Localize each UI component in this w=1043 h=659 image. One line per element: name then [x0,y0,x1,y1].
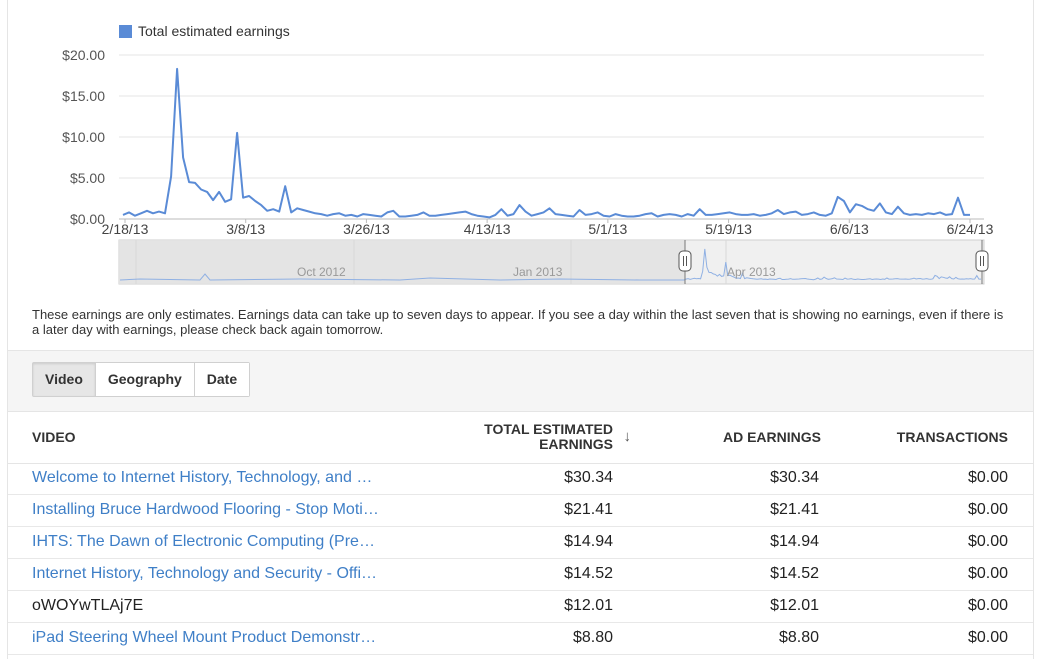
transactions-cell: $0.00 [967,597,1008,614]
navigator-label: Jan 2013 [513,265,563,279]
column-header-ad-earnings[interactable]: AD EARNINGS [723,429,821,445]
y-tick-label: $5.00 [70,170,105,186]
tab-geography[interactable]: Geography [95,363,195,396]
navigator-label: Oct 2012 [297,265,346,279]
tab-date[interactable]: Date [194,363,250,396]
x-tick-label: 4/13/13 [464,221,511,237]
transactions-cell: $0.00 [967,469,1008,486]
y-tick-label: $10.00 [62,129,105,145]
ad-earnings-cell: $30.34 [770,469,819,486]
x-tick-label: 5/1/13 [588,221,627,237]
video-title-link[interactable]: iPad Steering Wheel Mount Product Demons… [32,629,376,647]
column-header-transactions[interactable]: TRANSACTIONS [897,429,1008,445]
y-tick-label: $15.00 [62,88,105,104]
column-header-video[interactable]: VIDEO [32,429,76,445]
y-tick-label: $20.00 [62,47,105,63]
column-header-total-line1: TOTAL ESTIMATED [484,421,613,437]
video-title-link[interactable]: Welcome to Internet History, Technology,… [32,469,372,487]
earnings-table: Welcome to Internet History, Technology,… [8,463,1033,655]
table-row: Welcome to Internet History, Technology,… [8,463,1033,495]
x-tick-label: 3/26/13 [343,221,390,237]
y-tick-label: $0.00 [70,211,105,227]
earnings-chart: $20.00 $15.00 $10.00 $5.00 $0.00 2/18/13 3/8/… [62,47,994,285]
table-row: Internet History, Technology and Securit… [8,559,1033,591]
table-row: IHTS: The Dawn of Electronic Computing (… [8,527,1033,559]
navigator-label: Apr 2013 [727,265,776,279]
total-earnings-cell: $21.41 [564,501,613,518]
total-earnings-cell: $30.34 [564,469,613,486]
transactions-cell: $0.00 [967,629,1008,646]
x-tick-label: 6/24/13 [947,221,994,237]
total-earnings-cell: $12.01 [564,597,613,614]
dimension-tabs: Video Geography Date [32,362,251,397]
total-earnings-cell: $14.94 [564,533,613,550]
x-tick-label: 2/18/13 [102,221,149,237]
table-header: VIDEO TOTAL ESTIMATED EARNINGS ↓ AD EARN… [8,411,1033,464]
transactions-cell: $0.00 [967,533,1008,550]
video-title: oWOYwTLAj7E [32,597,144,614]
earnings-disclaimer: These earnings are only estimates. Earni… [32,307,1004,337]
ad-earnings-cell: $14.52 [770,565,819,582]
range-handle-left[interactable] [678,250,692,272]
video-title-link[interactable]: Internet History, Technology and Securit… [32,565,377,583]
table-row: oWOYwTLAj7E $12.01 $12.01 $0.00 [8,591,1033,623]
total-earnings-cell: $8.80 [572,629,613,646]
video-title-link[interactable]: Installing Bruce Hardwood Flooring - Sto… [32,501,379,519]
ad-earnings-cell: $14.94 [770,533,819,550]
range-navigator[interactable]: Oct 2012 Jan 2013 Apr 2013 [118,239,989,285]
video-title-link[interactable]: IHTS: The Dawn of Electronic Computing (… [32,533,375,551]
column-header-total-earnings[interactable]: TOTAL ESTIMATED EARNINGS ↓ [484,421,631,452]
transactions-cell: $0.00 [967,501,1008,518]
table-row: iPad Steering Wheel Mount Product Demons… [8,623,1033,655]
earnings-line [122,67,970,219]
arrow-down-icon: ↓ [623,428,632,445]
x-tick-label: 5/19/13 [705,221,752,237]
transactions-cell: $0.00 [967,565,1008,582]
column-header-total-line2: EARNINGS [539,436,613,452]
x-tick-label: 3/8/13 [226,221,265,237]
x-tick-label: 6/6/13 [830,221,869,237]
ad-earnings-cell: $8.80 [778,629,819,646]
tab-video[interactable]: Video [33,363,96,396]
table-row: Installing Bruce Hardwood Flooring - Sto… [8,495,1033,527]
ad-earnings-cell: $12.01 [770,597,819,614]
range-handle-right[interactable] [975,250,989,272]
total-earnings-cell: $14.52 [564,565,613,582]
ad-earnings-cell: $21.41 [770,501,819,518]
